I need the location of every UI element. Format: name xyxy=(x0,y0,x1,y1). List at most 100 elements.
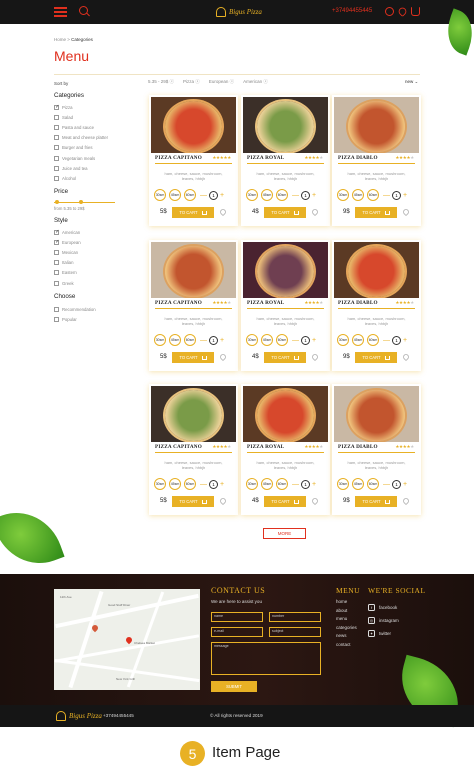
filter-checkbox-row[interactable]: Recommendation xyxy=(54,304,96,314)
product-name[interactable]: PIZZA ROYAL xyxy=(247,300,284,306)
size-option[interactable]: 30sm xyxy=(337,334,349,346)
add-to-cart-button[interactable]: TO CART xyxy=(264,352,306,363)
footer-menu-item[interactable]: menu xyxy=(336,615,357,624)
size-option[interactable]: 45sm xyxy=(169,189,181,201)
filter-checkbox-row[interactable]: Burger and fries xyxy=(54,143,108,153)
pizza-image[interactable] xyxy=(334,97,419,153)
social-twitter[interactable]: ✦ twitter xyxy=(368,627,399,640)
size-option[interactable]: 60sm xyxy=(367,334,379,346)
price-slider-track[interactable] xyxy=(54,202,115,204)
decrement-button[interactable]: — xyxy=(200,481,207,488)
size-option[interactable]: 45sm xyxy=(352,478,364,490)
increment-button[interactable]: + xyxy=(312,481,316,488)
product-name[interactable]: PIZZA ROYAL xyxy=(247,444,284,450)
price-slider-max-handle[interactable] xyxy=(79,200,84,204)
pizza-image[interactable] xyxy=(243,386,328,442)
checkbox[interactable] xyxy=(54,124,59,130)
size-option[interactable]: 30sm xyxy=(154,478,166,490)
filter-checkbox-row[interactable]: Pizza xyxy=(54,102,108,112)
filter-checkbox-row[interactable]: Alcohol xyxy=(54,173,108,183)
pizza-image[interactable] xyxy=(151,97,236,153)
product-card[interactable]: PIZZA ROYAL ★★★★★ ham, cheese, sauce, mush… xyxy=(241,384,330,515)
product-name[interactable]: PIZZA DIABLO xyxy=(338,444,378,450)
size-option[interactable]: 60sm xyxy=(184,478,196,490)
pizza-image[interactable] xyxy=(334,386,419,442)
decrement-button[interactable]: — xyxy=(383,481,390,488)
product-name[interactable]: PIZZA DIABLO xyxy=(338,300,378,306)
size-option[interactable]: 30sm xyxy=(246,478,258,490)
filter-tag[interactable]: American xyxy=(243,79,268,85)
size-option[interactable]: 30sm xyxy=(154,189,166,201)
size-option[interactable]: 45sm xyxy=(261,478,273,490)
header-phone[interactable]: +37494455445 xyxy=(332,8,372,14)
checkbox-checked[interactable] xyxy=(54,239,60,245)
size-option[interactable]: 60sm xyxy=(367,478,379,490)
add-to-cart-button[interactable]: TO CART xyxy=(355,352,397,363)
filter-checkbox-row[interactable]: European xyxy=(54,237,81,247)
increment-button[interactable]: + xyxy=(312,192,316,199)
footer-menu-item[interactable]: news xyxy=(336,632,357,641)
increment-button[interactable]: + xyxy=(312,337,316,344)
product-card[interactable]: PIZZA DIABLO ★★★★★ ham, cheese, sauce, mus… xyxy=(332,384,421,515)
footer-menu-item[interactable]: contact xyxy=(336,641,357,650)
add-to-cart-button[interactable]: TO CART xyxy=(264,207,306,218)
filter-checkbox-row[interactable]: Juice and tea xyxy=(54,163,108,173)
decrement-button[interactable]: — xyxy=(383,192,390,199)
product-name[interactable]: PIZZA CAPITANO xyxy=(155,444,202,450)
size-option[interactable]: 60sm xyxy=(184,334,196,346)
checkbox[interactable] xyxy=(54,145,59,151)
size-option[interactable]: 45sm xyxy=(169,334,181,346)
favorite-heart-icon[interactable] xyxy=(218,352,228,362)
add-to-cart-button[interactable]: TO CART xyxy=(172,352,214,363)
filter-checkbox-row[interactable]: Mexican xyxy=(54,247,81,257)
checkbox[interactable] xyxy=(54,280,59,286)
increment-button[interactable]: + xyxy=(403,337,407,344)
favorite-heart-icon[interactable] xyxy=(218,496,228,506)
size-option[interactable]: 30sm xyxy=(337,478,349,490)
user-icon[interactable] xyxy=(385,7,394,16)
pizza-image[interactable] xyxy=(334,242,419,298)
filter-checkbox-row[interactable]: Eastern xyxy=(54,268,81,278)
decrement-button[interactable]: — xyxy=(292,481,299,488)
subject-field[interactable]: subject xyxy=(269,627,321,637)
product-card[interactable]: PIZZA ROYAL ★★★★★ ham, cheese, sauce, mush… xyxy=(241,240,330,371)
pizza-image[interactable] xyxy=(243,242,328,298)
add-to-cart-button[interactable]: TO CART xyxy=(264,496,306,507)
decrement-button[interactable]: — xyxy=(292,337,299,344)
footer-logo[interactable]: Bigus Pizza xyxy=(56,711,102,721)
logo[interactable]: Bigus Pizza xyxy=(216,6,262,18)
add-to-cart-button[interactable]: TO CART xyxy=(172,496,214,507)
filter-checkbox-row[interactable]: Pasta and sauce xyxy=(54,122,108,132)
favorite-heart-icon[interactable] xyxy=(218,207,228,217)
size-option[interactable]: 30sm xyxy=(337,189,349,201)
add-to-cart-button[interactable]: TO CART xyxy=(355,496,397,507)
filter-checkbox-row[interactable]: American xyxy=(54,227,81,237)
footer-phone[interactable]: +37494455445 xyxy=(103,713,134,718)
checkbox[interactable] xyxy=(54,270,59,276)
checkbox[interactable] xyxy=(54,316,59,322)
size-option[interactable]: 60sm xyxy=(276,189,288,201)
size-option[interactable]: 60sm xyxy=(367,189,379,201)
increment-button[interactable]: + xyxy=(220,481,224,488)
price-slider-min-handle[interactable] xyxy=(55,200,60,204)
size-option[interactable]: 60sm xyxy=(276,334,288,346)
add-to-cart-button[interactable]: TO CART xyxy=(172,207,214,218)
size-option[interactable]: 45sm xyxy=(261,189,273,201)
footer-menu-item[interactable]: home xyxy=(336,598,357,607)
favorite-heart-icon[interactable] xyxy=(310,352,320,362)
heart-icon[interactable] xyxy=(397,6,408,17)
product-name[interactable]: PIZZA ROYAL xyxy=(247,155,284,161)
name-field[interactable]: name xyxy=(211,612,263,622)
number-field[interactable]: number xyxy=(269,612,321,622)
message-field[interactable]: message xyxy=(211,642,321,675)
sort-dropdown[interactable]: new xyxy=(405,79,418,85)
product-card[interactable]: PIZZA CAPITANO ★★★★★ ham, cheese, sauce, m… xyxy=(149,95,238,226)
checkbox[interactable] xyxy=(54,114,59,120)
filter-checkbox-row[interactable]: Salad xyxy=(54,112,108,122)
submit-button[interactable]: SUBMIT xyxy=(211,681,257,692)
filter-tag[interactable]: Pizza xyxy=(183,79,200,85)
product-card[interactable]: PIZZA DIABLO ★★★★★ ham, cheese, sauce, mus… xyxy=(332,240,421,371)
social-facebook[interactable]: f facebook xyxy=(368,601,399,614)
search-icon[interactable] xyxy=(79,6,88,15)
menu-icon[interactable] xyxy=(54,7,67,17)
